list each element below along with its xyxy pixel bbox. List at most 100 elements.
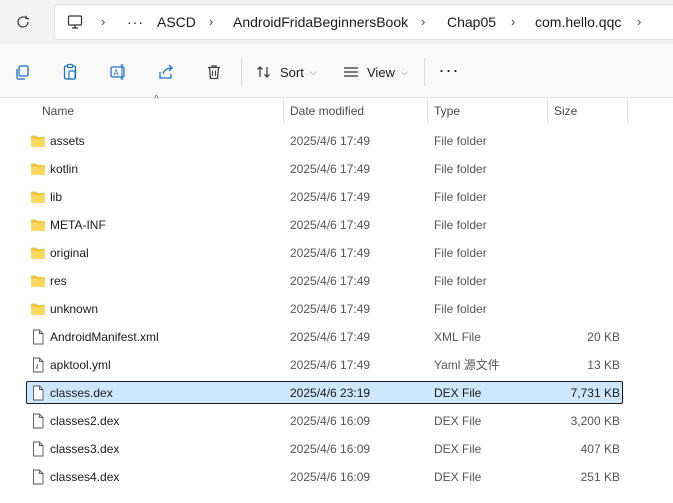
file-type: File folder <box>434 246 487 260</box>
folder-icon <box>30 273 46 289</box>
file-date-modified: 2025/4/6 17:49 <box>290 358 371 372</box>
column-divider[interactable] <box>283 98 284 124</box>
folder-icon <box>30 189 46 205</box>
folder-icon <box>30 133 46 149</box>
file-icon <box>30 413 46 429</box>
file-type: Yaml 源文件 <box>434 358 500 372</box>
breadcrumb-item-com-hello-qqc[interactable]: com.hello.qqc <box>535 5 621 39</box>
file-date-modified: 2025/4/6 17:49 <box>290 330 371 344</box>
column-header-name[interactable]: Name <box>42 98 74 124</box>
breadcrumb[interactable]: › ··· ASCD › AndroidFridaBeginnersBook ›… <box>54 4 673 40</box>
breadcrumb-item-ascd[interactable]: ASCD <box>157 5 196 39</box>
trash-icon <box>208 65 220 80</box>
view-button[interactable]: View ⌵ <box>343 60 408 84</box>
file-icon <box>30 469 46 485</box>
file-row[interactable]: assets 2025/4/6 17:49 File folder <box>0 127 673 155</box>
file-size: 13 KB <box>587 358 620 372</box>
file-row[interactable]: AndroidManifest.xml 2025/4/6 17:49 XML Fil… <box>0 323 673 351</box>
column-divider[interactable] <box>427 98 428 124</box>
file-row[interactable]: classes4.dex 2025/4/6 16:09 DEX File 251 KB <box>0 463 673 491</box>
column-divider[interactable] <box>547 98 548 124</box>
refresh-button[interactable] <box>10 10 36 34</box>
file-name: AndroidManifest.xml <box>50 330 159 344</box>
file-row[interactable]: classes2.dex 2025/4/6 16:09 DEX File 3,200 … <box>0 407 673 435</box>
breadcrumb-separator-icon: › <box>101 14 106 29</box>
file-type: File folder <box>434 134 487 148</box>
view-label: View <box>367 64 395 80</box>
file-name: lib <box>50 190 63 204</box>
file-name: res <box>50 274 67 288</box>
file-date-modified: 2025/4/6 17:49 <box>290 218 371 232</box>
file-type: File folder <box>434 274 487 288</box>
sort-button[interactable]: Sort ⌵ <box>256 60 317 84</box>
file-row[interactable]: unknown 2025/4/6 17:49 File folder <box>0 295 673 323</box>
folder-icon <box>30 217 46 233</box>
file-row[interactable]: kotlin 2025/4/6 17:49 File folder <box>0 155 673 183</box>
paste-button[interactable] <box>58 61 82 83</box>
rename-button[interactable]: A <box>106 61 130 83</box>
this-pc-icon[interactable] <box>67 5 83 39</box>
column-header-date[interactable]: Date modified <box>290 98 364 124</box>
refresh-icon <box>17 15 29 28</box>
file-date-modified: 2025/4/6 17:49 <box>290 134 371 148</box>
sort-icon <box>257 66 270 78</box>
file-row[interactable]: lib 2025/4/6 17:49 File folder <box>0 183 673 211</box>
sort-label: Sort <box>280 64 304 80</box>
chevron-down-icon: ⌵ <box>400 66 408 77</box>
file-type: DEX File <box>434 386 482 400</box>
file-row[interactable]: apktool.yml 2025/4/6 17:49 Yaml 源文件 13 KB <box>0 351 673 379</box>
breadcrumb-separator-icon: › <box>209 14 214 29</box>
file-row[interactable]: res 2025/4/6 17:49 File folder <box>0 267 673 295</box>
file-name: classes4.dex <box>50 470 120 484</box>
file-row[interactable]: META-INF 2025/4/6 17:49 File folder <box>0 211 673 239</box>
breadcrumb-item-androidfridabeginnersbook[interactable]: AndroidFridaBeginnersBook <box>233 5 408 39</box>
file-date-modified: 2025/4/6 16:09 <box>290 470 371 484</box>
paste-icon <box>63 63 77 80</box>
column-header-type[interactable]: Type <box>434 98 460 124</box>
file-row[interactable]: original 2025/4/6 17:49 File folder <box>0 239 673 267</box>
rename-icon: A <box>110 64 125 80</box>
file-type: File folder <box>434 190 487 204</box>
folder-icon <box>30 161 46 177</box>
file-row[interactable]: classes3.dex 2025/4/6 16:09 DEX File 407 KB <box>0 435 673 463</box>
file-list: assets 2025/4/6 17:49 File folder kotlin 202… <box>0 127 673 491</box>
breadcrumb-separator-icon: › <box>511 14 516 29</box>
file-date-modified: 2025/4/6 17:49 <box>290 190 371 204</box>
file-name: classes.dex <box>50 386 113 400</box>
file-name: apktool.yml <box>50 358 111 372</box>
address-bar-row: › ··· ASCD › AndroidFridaBeginnersBook ›… <box>0 0 673 44</box>
share-icon <box>159 64 173 79</box>
file-date-modified: 2025/4/6 17:49 <box>290 162 371 176</box>
chevron-down-icon: ⌵ <box>309 66 317 77</box>
file-icon <box>30 329 46 345</box>
command-bar: A Sort ⌵ View ⌵ ··· <box>0 44 673 98</box>
file-row[interactable]: classes.dex 2025/4/6 23:19 DEX File 7,731 K… <box>0 379 673 407</box>
file-name: META-INF <box>50 218 106 232</box>
file-date-modified: 2025/4/6 16:09 <box>290 414 371 428</box>
breadcrumb-separator-icon: › <box>421 14 426 29</box>
file-size: 7,731 KB <box>570 386 620 400</box>
delete-button[interactable] <box>202 61 226 83</box>
file-icon <box>30 385 46 401</box>
toolbar-divider <box>241 58 242 86</box>
file-date-modified: 2025/4/6 23:19 <box>290 386 371 400</box>
share-button[interactable] <box>154 61 178 83</box>
column-headers: Name Date modified Type Size <box>0 98 673 124</box>
file-type: File folder <box>434 162 487 176</box>
column-header-size[interactable]: Size <box>554 98 577 124</box>
column-divider[interactable] <box>627 98 628 124</box>
file-name: unknown <box>50 302 99 316</box>
more-options-button[interactable]: ··· <box>438 61 460 83</box>
breadcrumb-separator-icon: › <box>637 14 642 29</box>
file-name: kotlin <box>50 162 79 176</box>
folder-icon <box>30 301 46 317</box>
file-icon <box>30 441 46 457</box>
file-size: 20 KB <box>587 330 620 344</box>
copy-button[interactable] <box>10 61 34 83</box>
breadcrumb-overflow-button[interactable]: ··· <box>127 5 144 39</box>
file-size: 407 KB <box>580 442 620 456</box>
file-name: classes3.dex <box>50 442 120 456</box>
file-date-modified: 2025/4/6 17:49 <box>290 274 371 288</box>
svg-text:A: A <box>114 69 120 78</box>
breadcrumb-item-chap05[interactable]: Chap05 <box>447 5 496 39</box>
